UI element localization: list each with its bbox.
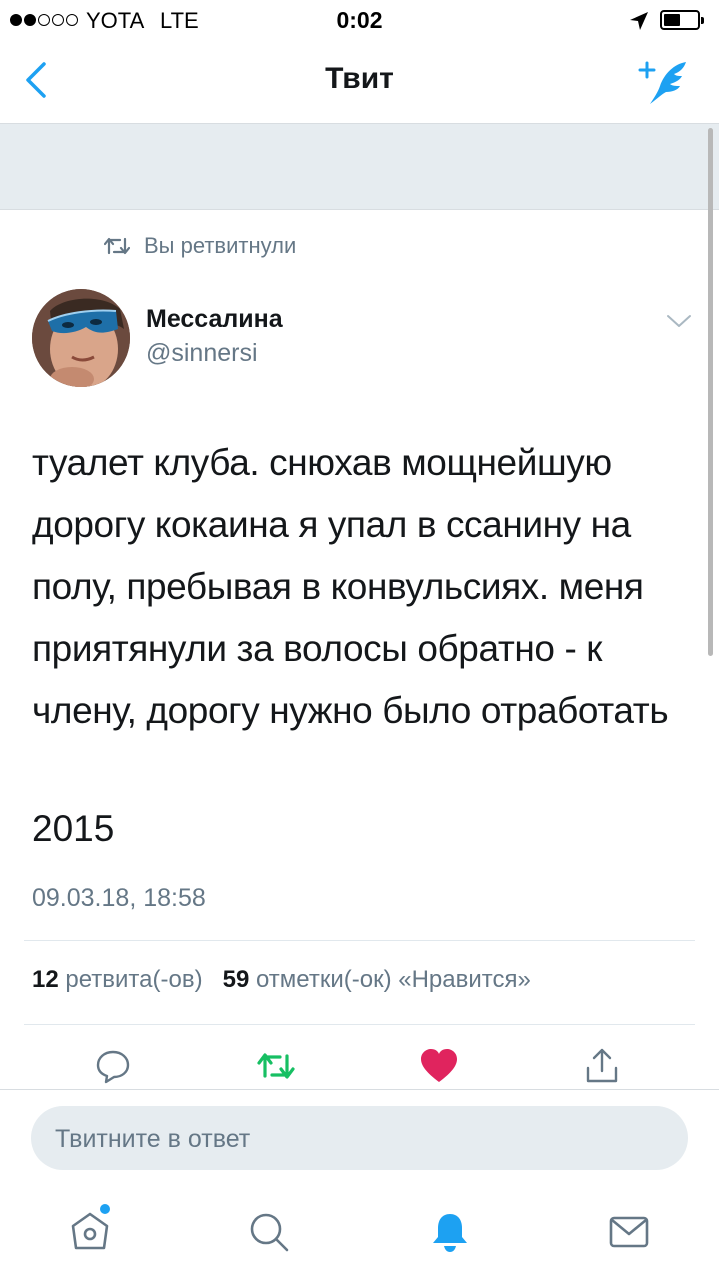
notifications-icon [433,1214,467,1252]
tab-messages[interactable] [607,1210,651,1254]
tab-notifications[interactable] [428,1210,472,1254]
nav-bar: Твит [0,40,719,124]
page-title: Твит [325,62,394,95]
scroll-indicator[interactable] [708,128,713,656]
reply-icon [96,1050,130,1084]
author-handle[interactable]: @sinnersi [146,339,258,368]
author-name[interactable]: Мессалина [146,305,283,334]
like-button[interactable] [419,1046,459,1086]
likes-stat[interactable]: 59 отметки(-ок) «Нравится» [223,966,531,993]
location-arrow-icon [630,12,648,30]
reply-placeholder: Твитните в ответ [55,1125,251,1153]
retweets-stat[interactable]: 12 ретвита(-ов) [32,966,203,993]
tweet-timestamp: 09.03.18, 18:58 [32,884,206,912]
retweets-count: 12 [32,966,59,993]
likes-count: 59 [222,966,250,993]
status-bar: YOTA LTE 0:02 [0,0,719,40]
divider [24,940,695,941]
tweet-stats: 12 ретвита(-ов) 59 отметки(-ок) «Нравитс… [32,966,531,994]
home-unread-dot [100,1204,110,1214]
reply-button[interactable] [93,1046,133,1086]
status-time: 0:02 [336,7,383,33]
tweet-year-text: 2015 [32,808,115,849]
reply-input[interactable]: Твитните в ответ [31,1106,688,1170]
divider [24,1024,695,1025]
tweet-options-button[interactable] [664,310,694,332]
retweet-icon [104,237,130,255]
chevron-down-icon [667,315,691,327]
home-icon [71,1212,109,1250]
retweet-context-label: Вы ретвитнули [144,233,297,258]
tab-home[interactable] [68,1210,112,1254]
compose-tweet-icon [638,61,686,104]
avatar-photo [32,289,130,387]
search-icon [250,1213,289,1252]
retweet-context: Вы ретвитнули [104,233,296,259]
battery-icon [660,10,704,30]
divider [0,1089,719,1090]
tab-bar [0,1190,719,1280]
share-icon [586,1048,618,1083]
retweets-label: ретвита(-ов) [65,966,203,993]
avatar[interactable] [32,289,130,387]
tab-search[interactable] [247,1210,291,1254]
messages-icon [609,1216,649,1248]
compose-tweet-button[interactable] [636,56,696,108]
tweet-text: туалет клуба. снюхав мощнейшую дорогу ко… [32,442,669,731]
like-icon [421,1049,457,1082]
retweet-icon [257,1053,295,1079]
likes-label: отметки(-ок) «Нравится» [255,966,531,993]
retweet-button[interactable] [256,1046,296,1086]
share-button[interactable] [582,1046,622,1086]
previous-tweets-band [0,124,719,210]
